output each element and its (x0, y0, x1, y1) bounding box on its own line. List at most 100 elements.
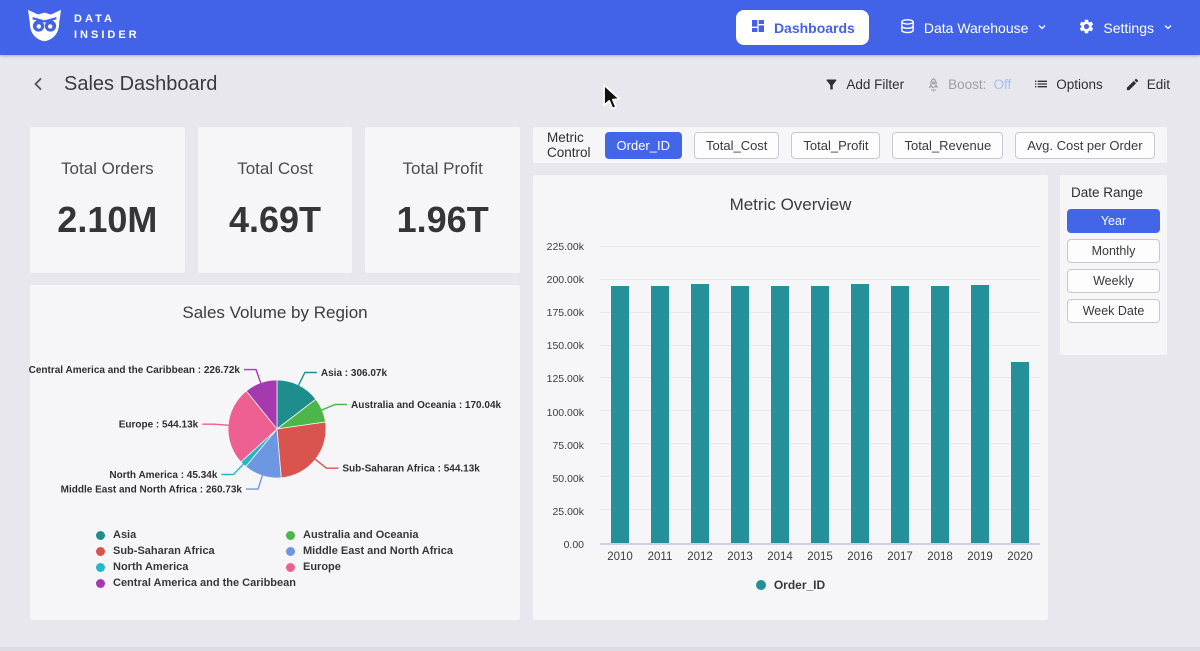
chevron-down-icon (1162, 20, 1174, 36)
kpi-label: Total Cost (237, 159, 313, 179)
x-axis-tick-label: 2013 (720, 551, 760, 563)
y-axis-tick-label: 100.00k (547, 407, 584, 419)
legend-item[interactable]: Australia and Oceania (286, 529, 453, 541)
dashboard-grid-icon (750, 18, 766, 37)
page-title: Sales Dashboard (64, 73, 217, 96)
pie-label-line (202, 424, 229, 425)
bar-cell (840, 235, 880, 543)
legend-label: Europe (303, 561, 341, 573)
bar-chart-legend[interactable]: Order_ID (533, 578, 1048, 592)
bar-cell (760, 235, 800, 543)
y-axis-tick-label: 125.00k (547, 373, 584, 385)
y-axis-tick-label: 175.00k (547, 307, 584, 319)
pencil-icon (1125, 77, 1140, 92)
kpi-card: Total Orders2.10M (30, 127, 185, 273)
legend-item[interactable]: Central America and the Caribbean (96, 577, 286, 589)
legend-dot-icon (286, 563, 295, 572)
bars (600, 235, 1040, 543)
pie-label: Sub-Saharan Africa : 544.13k (342, 464, 480, 475)
nav-item-data-warehouse[interactable]: Data Warehouse (899, 18, 1049, 38)
legend-label: Order_ID (774, 578, 825, 592)
chevron-left-icon (28, 74, 48, 94)
bar-cell (880, 235, 920, 543)
metric-button-total-revenue[interactable]: Total_Revenue (892, 132, 1003, 159)
bottom-edge (0, 647, 1200, 651)
bar[interactable] (651, 286, 669, 543)
x-axis-tick-label: 2016 (840, 551, 880, 563)
bar[interactable] (851, 284, 869, 543)
bar[interactable] (931, 286, 949, 543)
legend-item[interactable]: North America (96, 561, 286, 573)
bar[interactable] (811, 286, 829, 543)
legend-label: Asia (113, 529, 136, 541)
edit-label: Edit (1147, 77, 1170, 92)
pie-label-line (298, 373, 317, 387)
y-axis: 0.0025.00k50.00k75.00k100.00k125.00k150.… (533, 235, 592, 545)
metric-button-order-id[interactable]: Order_ID (605, 132, 682, 159)
bar-cell (920, 235, 960, 543)
pie-label-line (244, 370, 261, 384)
top-nav: DATA INSIDER Dashboards Data Warehouse (0, 0, 1200, 55)
kpi-label: Total Profit (403, 159, 483, 179)
bar-cell (1000, 235, 1040, 543)
metric-control-bar: Metric Control Order_IDTotal_CostTotal_P… (533, 127, 1167, 163)
add-filter-button[interactable]: Add Filter (824, 77, 904, 92)
legend-item[interactable]: Sub-Saharan Africa (96, 545, 286, 557)
kpi-row: Total Orders2.10MTotal Cost4.69T Total Pr… (30, 127, 520, 273)
boost-toggle[interactable]: Boost: Off (926, 77, 1011, 92)
date-range-button-monthly[interactable]: Monthly (1067, 239, 1160, 263)
legend-label: Middle East and North Africa (303, 545, 453, 557)
boost-label: Boost: (948, 77, 986, 92)
legend-item[interactable]: Europe (286, 561, 453, 573)
bar[interactable] (1011, 362, 1029, 543)
x-axis-tick-label: 2017 (880, 551, 920, 563)
legend-item[interactable]: Asia (96, 529, 286, 541)
database-icon (899, 18, 916, 38)
pie-chart: Asia : 306.07kAustralia and Oceania : 17… (30, 337, 520, 527)
pie-label: Australia and Oceania : 170.04k (351, 400, 502, 411)
bar[interactable] (891, 286, 909, 543)
legend-item[interactable]: Middle East and North Africa (286, 545, 453, 557)
pie-chart-card: Sales Volume by Region Asia : 306.07kAus… (30, 285, 520, 620)
y-axis-tick-label: 225.00k (547, 241, 584, 253)
y-axis-tick-label: 200.00k (547, 274, 584, 286)
add-filter-label: Add Filter (846, 77, 904, 92)
bar[interactable] (611, 286, 629, 543)
kpi-card: Total Cost4.69T (198, 127, 353, 273)
kpi-value: 1.96T (397, 199, 489, 241)
metric-button-total-profit[interactable]: Total_Profit (791, 132, 880, 159)
options-button[interactable]: Options (1033, 76, 1103, 92)
metric-button-avg-cost-per-order[interactable]: Avg. Cost per Order (1015, 132, 1154, 159)
kpi-label: Total Orders (61, 159, 154, 179)
list-icon (1033, 76, 1049, 92)
date-range-button-year[interactable]: Year (1067, 209, 1160, 233)
legend-dot-icon (286, 547, 295, 556)
bar-cell (960, 235, 1000, 543)
date-range-buttons: Year Monthly Weekly Week Date (1067, 209, 1160, 323)
edit-button[interactable]: Edit (1125, 77, 1170, 92)
nav-item-dashboards[interactable]: Dashboards (736, 10, 869, 45)
x-axis-tick-label: 2018 (920, 551, 960, 563)
date-range-button-weekly[interactable]: Weekly (1067, 269, 1160, 293)
funnel-icon (824, 77, 839, 92)
bar[interactable] (731, 286, 749, 543)
owl-logo-icon (26, 9, 63, 47)
bar[interactable] (691, 284, 709, 543)
boost-state: Off (993, 77, 1011, 92)
brand[interactable]: DATA INSIDER (26, 9, 140, 47)
date-range-label: Date Range (1071, 185, 1160, 200)
metric-button-total-cost[interactable]: Total_Cost (694, 132, 779, 159)
pie-slice[interactable] (277, 422, 326, 478)
back-button[interactable] (26, 72, 50, 96)
nav-menu: Dashboards Data Warehouse Settings (736, 10, 1174, 45)
legend-dot-icon (286, 531, 295, 540)
date-range-button-week-date[interactable]: Week Date (1067, 299, 1160, 323)
chevron-down-icon (1036, 20, 1048, 36)
x-axis-tick-label: 2020 (1000, 551, 1040, 563)
bar[interactable] (771, 286, 789, 543)
page-header: Sales Dashboard Add Filter Boost: Off Op… (0, 55, 1200, 113)
nav-item-settings[interactable]: Settings (1078, 18, 1174, 38)
bar[interactable] (971, 285, 989, 543)
options-label: Options (1056, 77, 1103, 92)
pie-label-line (321, 405, 347, 411)
